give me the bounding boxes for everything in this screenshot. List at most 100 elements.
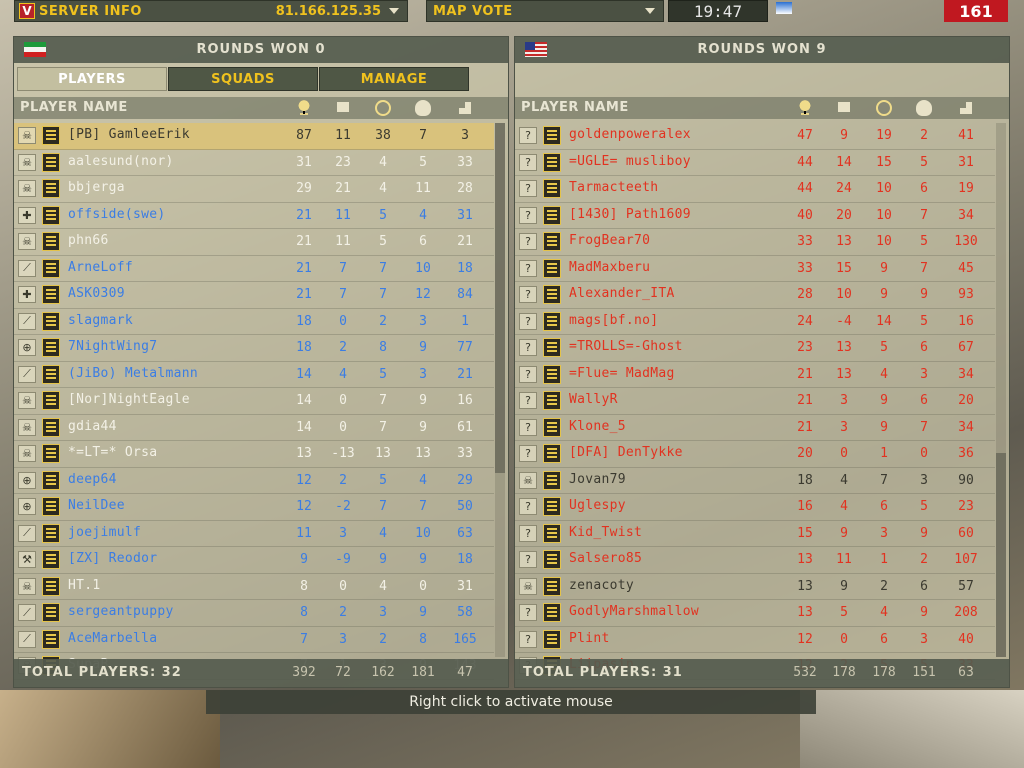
player-col5: 20 xyxy=(958,393,974,408)
player-row[interactable]: ? Tarmacteeth 44 24 10 6 19 xyxy=(515,176,995,203)
target-icon[interactable] xyxy=(876,100,892,116)
chevron-down-icon[interactable] xyxy=(389,8,399,14)
score-icon[interactable] xyxy=(958,100,974,116)
player-row[interactable]: ⊕ NeilDee 12 -2 7 7 50 xyxy=(14,494,494,521)
player-row[interactable]: ⟋ slagmark 18 0 2 3 1 xyxy=(14,309,494,335)
player-col2: 24 xyxy=(836,181,852,196)
tab-manage[interactable]: MANAGE xyxy=(319,67,469,91)
player-row[interactable]: ☠ phn66 21 11 5 6 21 xyxy=(14,229,494,256)
player-col4: 0 xyxy=(419,578,427,594)
player-row[interactable]: ? Uglespy 16 4 6 5 23 xyxy=(515,494,995,521)
total-col5: 63 xyxy=(958,665,974,680)
player-row[interactable]: ✚ offside(swe) 21 11 5 4 31 xyxy=(14,203,494,229)
player-row[interactable]: ⊕ deep64 12 2 5 4 29 xyxy=(14,468,494,494)
player-row[interactable]: ⟋ AceMarbella 7 3 2 8 165 xyxy=(14,627,494,653)
player-name: FrogBear70 xyxy=(569,233,651,248)
chevron-down-icon[interactable] xyxy=(645,8,655,14)
player-row[interactable]: ⟋ ArneLoff 21 7 7 10 18 xyxy=(14,256,494,282)
player-name: bbjerga xyxy=(68,180,125,195)
player-row[interactable]: ☠ [PB] GamleeErik 87 11 38 7 3 xyxy=(14,123,494,150)
map-vote-bar[interactable]: MAP VOTE xyxy=(426,0,664,22)
rank-insignia-icon xyxy=(42,179,60,198)
player-row[interactable]: ? =TROLLS=-Ghost 23 13 5 6 67 xyxy=(515,335,995,362)
player-row[interactable]: ☠ aalesund(nor) 31 23 4 5 33 xyxy=(14,150,494,176)
player-row[interactable]: ? mags[bf.no] 24 -4 14 5 16 xyxy=(515,309,995,335)
trophy-icon[interactable] xyxy=(296,100,312,116)
player-row[interactable]: ☠ zenacoty 13 9 2 6 57 xyxy=(515,574,995,600)
player-col4: 10 xyxy=(415,260,431,276)
player-col3: 4 xyxy=(880,605,888,620)
player-col5: 34 xyxy=(958,366,974,382)
player-name: Salsero85 xyxy=(569,551,643,566)
scrollbar-thumb[interactable] xyxy=(996,453,1006,657)
player-name: GodlyMarshmallow xyxy=(569,604,700,619)
player-row[interactable]: ? GodlyMarshmallow 13 5 4 9 208 xyxy=(515,600,995,627)
scrollbar[interactable] xyxy=(495,123,505,657)
player-row[interactable]: ? =UGLE= musliboy 44 14 15 5 31 xyxy=(515,150,995,176)
player-name: Jovan79 xyxy=(569,471,626,487)
player-row[interactable]: ☠ *=LT=* Orsa 13 -13 13 13 33 xyxy=(14,441,494,468)
player-name-header[interactable]: PLAYER NAME xyxy=(521,100,629,115)
rank-insignia-icon xyxy=(543,629,561,649)
player-row[interactable]: ⟋ (JiBo) Metalmann 14 4 5 3 21 xyxy=(14,362,494,388)
flag-capture-icon[interactable] xyxy=(836,100,852,116)
player-row[interactable]: ? FrogBear70 33 13 10 5 130 xyxy=(515,229,995,256)
player-row[interactable]: ☠ [Nor]NightEagle 14 0 7 9 16 xyxy=(14,388,494,415)
player-col4: 9 xyxy=(419,605,427,620)
player-row[interactable]: ⟋ sergeantpuppy 8 2 3 9 58 xyxy=(14,600,494,627)
tab-squads[interactable]: SQUADS xyxy=(168,67,318,91)
player-row[interactable]: ☠ Jovan79 18 4 7 3 90 xyxy=(515,468,995,494)
target-icon[interactable] xyxy=(375,100,391,116)
player-col2: 10 xyxy=(836,287,852,302)
tab-players[interactable]: PLAYERS xyxy=(17,67,167,91)
team-panel-left: ROUNDS WON 0 PLAYERS SQUADS MANAGE PLAYE… xyxy=(13,36,509,688)
scrollbar[interactable] xyxy=(996,123,1006,657)
player-row[interactable]: ☠ bbjerga 29 21 4 11 28 xyxy=(14,176,494,203)
player-name-header[interactable]: PLAYER NAME xyxy=(20,100,128,115)
player-row[interactable]: ? Alexander_ITA 28 10 9 9 93 xyxy=(515,282,995,309)
player-row[interactable]: ✚ ASK0309 21 7 7 12 84 xyxy=(14,282,494,309)
player-row[interactable]: ? [DFA] DenTykke 20 0 1 0 36 xyxy=(515,441,995,468)
player-row[interactable]: ? MadMaxberu 33 15 9 7 45 xyxy=(515,256,995,282)
player-score: 14 xyxy=(296,393,312,408)
player-row[interactable]: ⚒ [ZX] Reodor 9 -9 9 9 18 xyxy=(14,547,494,574)
player-score: 13 xyxy=(797,605,813,620)
player-score: 21 xyxy=(296,287,312,302)
trophy-icon[interactable] xyxy=(797,100,813,116)
player-row[interactable]: ? =Flue= MadMag 21 13 4 3 34 xyxy=(515,362,995,388)
player-row[interactable]: ☠ HT.1 8 0 4 0 31 xyxy=(14,574,494,600)
player-row[interactable]: ⟋ joejimulf 11 3 4 10 63 xyxy=(14,521,494,547)
flag-capture-icon[interactable] xyxy=(335,100,351,116)
player-row[interactable]: ? Plint 12 0 6 3 40 xyxy=(515,627,995,653)
player-name: Klone_5 xyxy=(569,418,626,434)
player-score: 8 xyxy=(300,605,308,620)
player-col3: 1 xyxy=(880,552,888,567)
player-row[interactable]: ? Klone_5 21 3 9 7 34 xyxy=(515,415,995,441)
score-icon[interactable] xyxy=(457,100,473,116)
player-col2: 13 xyxy=(836,340,852,355)
player-col2: -9 xyxy=(335,552,351,567)
player-col4: 9 xyxy=(419,393,427,408)
skull-kit-icon: ☠ xyxy=(18,418,36,436)
player-name: zenacoty xyxy=(569,577,635,593)
player-score: 13 xyxy=(797,578,813,594)
player-score: 44 xyxy=(797,154,813,170)
player-col2: 14 xyxy=(836,154,852,170)
player-row[interactable]: ⊕ 7NightWing7 18 2 8 9 77 xyxy=(14,335,494,362)
player-name: deep64 xyxy=(68,471,117,487)
skull-kit-icon: ☠ xyxy=(18,180,36,197)
player-row[interactable]: ? Salsero85 13 11 1 2 107 xyxy=(515,547,995,574)
player-row[interactable]: ? WallyR 21 3 9 6 20 xyxy=(515,388,995,415)
skull-icon[interactable] xyxy=(916,100,932,116)
player-row[interactable]: ? goldenpoweralex 47 9 19 2 41 xyxy=(515,123,995,150)
server-info-bar[interactable]: V SERVER INFO 81.166.125.35 xyxy=(14,0,408,22)
player-col5: 16 xyxy=(958,313,974,329)
player-row[interactable]: ? [1430] Path1609 40 20 10 7 34 xyxy=(515,203,995,229)
skull-icon[interactable] xyxy=(415,100,431,116)
scrollbar-thumb[interactable] xyxy=(495,123,505,473)
rank-insignia-icon xyxy=(543,126,561,145)
player-row[interactable]: ☠ gdia44 14 0 7 9 61 xyxy=(14,415,494,441)
player-col4: 10 xyxy=(415,525,431,541)
player-row[interactable]: ? Kid_Twist 15 9 3 9 60 xyxy=(515,521,995,547)
player-col2: 3 xyxy=(840,419,848,435)
